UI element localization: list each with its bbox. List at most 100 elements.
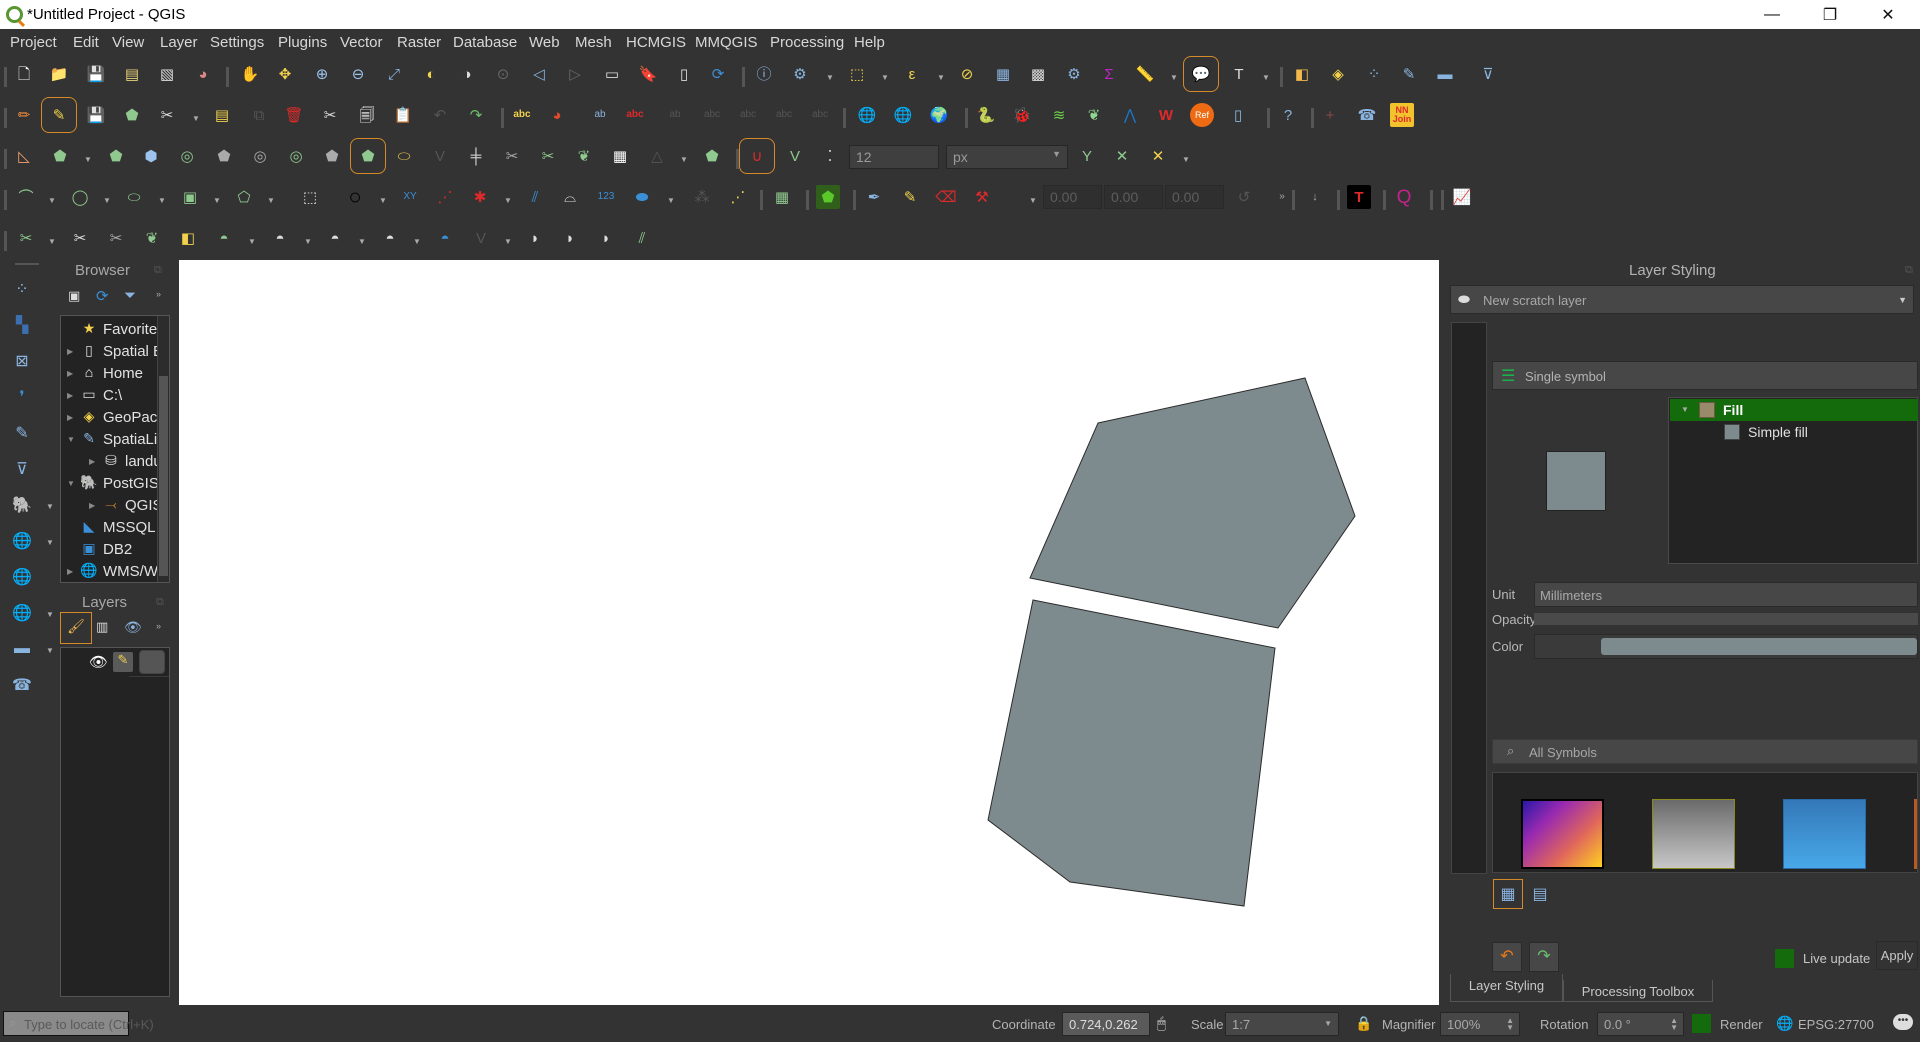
browser-item[interactable]: ▣ DB2 (61, 538, 132, 560)
text-annotation-icon[interactable]: T (1227, 62, 1251, 86)
symbol-search-input[interactable]: ⌕ All Symbols (1492, 739, 1918, 764)
measure-arc-icon[interactable]: ⌓ (558, 185, 582, 209)
ref-icon[interactable]: Ref (1190, 103, 1214, 127)
add-mesh-layer-icon[interactable]: ⊠ (8, 347, 36, 375)
polygon-feature[interactable] (987, 599, 1276, 907)
processing-toolbox-gear-icon[interactable]: ⚙ (1062, 62, 1086, 86)
add-wfs-globe-icon[interactable]: 🌍 (927, 103, 951, 127)
polygon-settings-icon[interactable]: ◧ (176, 226, 200, 250)
symbol-swatch-gray[interactable] (1652, 799, 1735, 869)
tools-icon[interactable]: ⚒ (970, 185, 994, 209)
chevron-down-icon[interactable]: ▼ (304, 237, 312, 246)
pan-to-selection-icon[interactable]: ✥ (273, 62, 297, 86)
more-tools-icon[interactable]: » (1270, 185, 1294, 209)
add-wms-globe-icon[interactable]: 🌐 (855, 103, 879, 127)
pan-hand-icon[interactable]: ✋ (238, 62, 262, 86)
new-geopackage-layer-icon[interactable]: ◈ (1326, 62, 1350, 86)
toolbar-handle[interactable] (4, 149, 7, 169)
spin-arrows-icon[interactable]: ▲ ▼ (1670, 1017, 1678, 1032)
browser-scrollbar[interactable] (157, 316, 169, 582)
chevron-down-icon[interactable]: ▼ (413, 237, 421, 246)
opacity-slider[interactable] (1534, 613, 1918, 625)
new-shapefile-layer-icon[interactable]: ⁘ (1362, 62, 1386, 86)
tab-processing-toolbox[interactable]: Processing Toolbox (1563, 980, 1713, 1002)
split-polygon-icon[interactable]: ✂ (104, 226, 128, 250)
menu-layer[interactable]: Layer (160, 34, 198, 51)
browser-item[interactable]: ▶◈GeoPackage (61, 406, 169, 428)
undock-icon[interactable]: ⧉ (154, 264, 162, 277)
merge-features-icon[interactable]: ✂ (500, 144, 524, 168)
add-delimited-text-icon[interactable]: ⁘ (8, 275, 36, 303)
render-checkbox[interactable] (1692, 1014, 1711, 1033)
snapping-tolerance-input[interactable] (849, 145, 939, 169)
chevron-down-icon[interactable]: ▼ (213, 196, 221, 205)
shape-tools-icon[interactable]: ⬬ (630, 185, 654, 209)
self-snapping-icon[interactable]: ✕ (1110, 144, 1134, 168)
chevron-down-icon[interactable]: ▼ (826, 73, 834, 82)
zoom-in-icon[interactable]: ⊕ (310, 62, 334, 86)
plugin-stack-icon[interactable]: ≋ (1047, 103, 1071, 127)
zoom-to-layer-icon[interactable]: ◑ (455, 62, 479, 86)
add-wfs-icon[interactable]: 🌐 (8, 563, 36, 591)
browser-item[interactable]: ★ Favorites (61, 318, 165, 340)
visibility-eye-icon[interactable]: 👁 (124, 619, 142, 636)
menu-vector[interactable]: Vector (340, 34, 383, 51)
zoom-to-selection-icon[interactable]: ◐ (419, 62, 443, 86)
polygon-hole-icon[interactable]: ◓ (212, 226, 236, 250)
chevron-down-icon[interactable]: ▼ (103, 196, 111, 205)
fill-ring-icon[interactable]: ◎ (248, 144, 272, 168)
qgis-q-plugin-icon[interactable]: Q (1392, 185, 1416, 209)
chevron-down-icon[interactable]: ▼ (1170, 73, 1178, 82)
add-wms-icon[interactable]: 🌐 (8, 527, 36, 555)
new-project-icon[interactable]: 🗋 (12, 62, 36, 86)
coordinate-field[interactable]: 0.724,0.262 (1062, 1012, 1150, 1036)
restore-button[interactable]: ❐ (1801, 0, 1859, 29)
field-y-input[interactable] (1104, 185, 1163, 209)
chevron-down-icon[interactable]: ▼ (379, 196, 387, 205)
paste-icon[interactable]: 📋 (391, 103, 415, 127)
rotate-feature-icon[interactable]: ⬟ (104, 144, 128, 168)
chevron-down-icon[interactable]: ▼ (504, 237, 512, 246)
map-tips-icon[interactable]: 💬 (1183, 56, 1219, 92)
chevron-down-icon[interactable]: ▼ (46, 646, 54, 655)
delete-part-icon[interactable]: ⬟ (320, 144, 344, 168)
delete-selected-icon[interactable]: 🗑 (282, 103, 306, 127)
run-action-icon[interactable]: ⚙ (788, 62, 812, 86)
polygon-distort-icon[interactable]: ◗ (558, 226, 582, 250)
polygon-add-icon[interactable]: ◓ (323, 226, 347, 250)
collapsed-arrow-icon[interactable]: ▶ (67, 391, 79, 400)
wkt-icon[interactable]: W (1154, 103, 1178, 127)
delete-ring-icon[interactable]: ◎ (284, 144, 308, 168)
rotate-undo-icon[interactable]: ↺ (1232, 185, 1256, 209)
refresh-icon[interactable]: ⟳ (706, 62, 730, 86)
chevron-down-icon[interactable]: ▼ (192, 114, 200, 123)
statistical-summary-sigma-icon[interactable]: Σ (1097, 62, 1121, 86)
zoom-next-icon[interactable]: ▷ (563, 62, 587, 86)
split-features-icon[interactable]: V (428, 144, 452, 168)
messages-icon[interactable]: ••• (1893, 1014, 1913, 1030)
numbering-icon[interactable]: 123 (594, 185, 618, 209)
chevron-down-icon[interactable]: ▼ (1029, 196, 1037, 205)
zoom-last-icon[interactable]: ◁ (527, 62, 551, 86)
menu-project[interactable]: Project (10, 34, 57, 51)
live-update-checkbox[interactable] (1775, 949, 1794, 968)
symbol-tree-item-simple-fill[interactable]: Simple fill (1670, 421, 1918, 443)
reverse-line-icon[interactable]: △ (645, 144, 669, 168)
chevron-down-icon[interactable]: ▼ (46, 502, 54, 511)
ring-tool-icon[interactable]: ○ (343, 185, 367, 209)
unit-combo[interactable]: Millimeters (1534, 582, 1918, 607)
list-view-icon[interactable]: ▤ (1530, 884, 1550, 904)
toolbar-handle[interactable] (4, 108, 7, 128)
add-group-icon[interactable]: ▥ (96, 619, 108, 635)
chevron-down-icon[interactable]: ▼ (48, 196, 56, 205)
move-label-icon[interactable]: ab (663, 103, 687, 127)
menu-mmqgis[interactable]: MMQGIS (695, 34, 758, 51)
toolbar-handle[interactable] (15, 263, 39, 265)
snapping-type-icon[interactable]: ⁚ (818, 144, 842, 168)
collapsed-arrow-icon[interactable]: ▶ (67, 369, 79, 378)
merge-attributes-icon[interactable]: ✂ (536, 144, 560, 168)
menu-hcmgis[interactable]: HCMGIS (626, 34, 686, 51)
chevron-down-icon[interactable]: ▼ (84, 155, 92, 164)
add-grid-icon[interactable]: ▦ (770, 185, 794, 209)
polygon-shape-icon[interactable]: ◓ (268, 226, 292, 250)
